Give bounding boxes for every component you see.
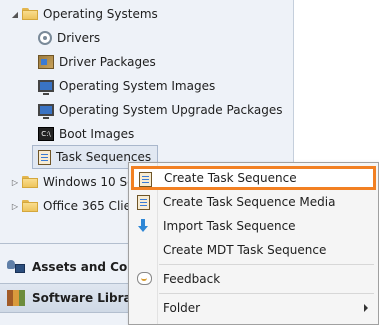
menu-item-create-task-sequence-media[interactable]: Create Task Sequence Media <box>131 190 376 214</box>
tree-item-label: Operating System Upgrade Packages <box>59 103 283 117</box>
feedback-icon <box>137 272 152 285</box>
menu-item-label: Folder <box>163 301 201 315</box>
computer-icon <box>38 80 54 95</box>
menu-item-label: Import Task Sequence <box>163 219 296 233</box>
tree-item-office-365[interactable]: ▷ Office 365 Clie <box>10 195 131 217</box>
menu-separator <box>159 264 374 265</box>
gear-icon <box>38 31 52 45</box>
tree-item-operating-system-upgrade-packages[interactable]: Operating System Upgrade Packages <box>38 99 282 121</box>
boot-image-icon: C:\ <box>38 127 54 141</box>
tree-item-driver-packages[interactable]: Driver Packages <box>38 51 156 73</box>
tree-item-label: Drivers <box>57 31 101 45</box>
library-icon <box>6 289 26 307</box>
menu-item-label: Feedback <box>163 272 221 286</box>
tree-item-label: Windows 10 Se <box>43 175 135 189</box>
menu-item-label: Create Task Sequence Media <box>163 195 336 209</box>
folder-icon <box>22 200 38 212</box>
tree-item-operating-systems[interactable]: ◢ Operating Systems <box>10 3 158 25</box>
tree-item-label: Boot Images <box>59 127 135 141</box>
tree-item-label: Operating Systems <box>43 7 158 21</box>
menu-item-label: Create MDT Task Sequence <box>163 243 327 257</box>
tree-item-drivers[interactable]: Drivers <box>38 27 100 49</box>
tree-item-label: Office 365 Clie <box>43 199 131 213</box>
computer-icon <box>38 104 54 119</box>
task-sequence-icon <box>38 149 51 165</box>
folder-icon <box>22 176 38 188</box>
menu-item-create-task-sequence[interactable]: Create Task Sequence <box>131 166 376 190</box>
menu-separator <box>159 293 374 294</box>
submenu-arrow-icon <box>364 304 368 312</box>
menu-item-import-task-sequence[interactable]: Import Task Sequence <box>131 214 376 238</box>
tree-item-operating-system-images[interactable]: Operating System Images <box>38 75 215 97</box>
menu-item-label: Create Task Sequence <box>164 171 297 185</box>
collapsed-caret-icon[interactable]: ▷ <box>10 178 20 187</box>
context-menu: Create Task Sequence Create Task Sequenc… <box>128 162 379 325</box>
menu-item-feedback[interactable]: Feedback <box>131 267 376 291</box>
task-sequence-icon <box>137 195 150 210</box>
tree-item-label: Driver Packages <box>59 55 156 69</box>
menu-item-folder[interactable]: Folder <box>131 296 376 320</box>
collapsed-caret-icon[interactable]: ▷ <box>10 202 20 211</box>
import-arrow-icon <box>137 219 151 233</box>
tree-item-label: Operating System Images <box>59 79 216 93</box>
menu-item-create-mdt-task-sequence[interactable]: Create MDT Task Sequence <box>131 238 376 262</box>
package-icon <box>38 55 54 69</box>
folder-icon <box>22 8 38 20</box>
tree-item-windows-10[interactable]: ▷ Windows 10 Se <box>10 171 135 193</box>
expanded-caret-icon[interactable]: ◢ <box>10 10 20 19</box>
tree-item-boot-images[interactable]: C:\ Boot Images <box>38 123 134 145</box>
task-sequence-icon <box>139 172 152 187</box>
assets-icon <box>6 258 26 276</box>
